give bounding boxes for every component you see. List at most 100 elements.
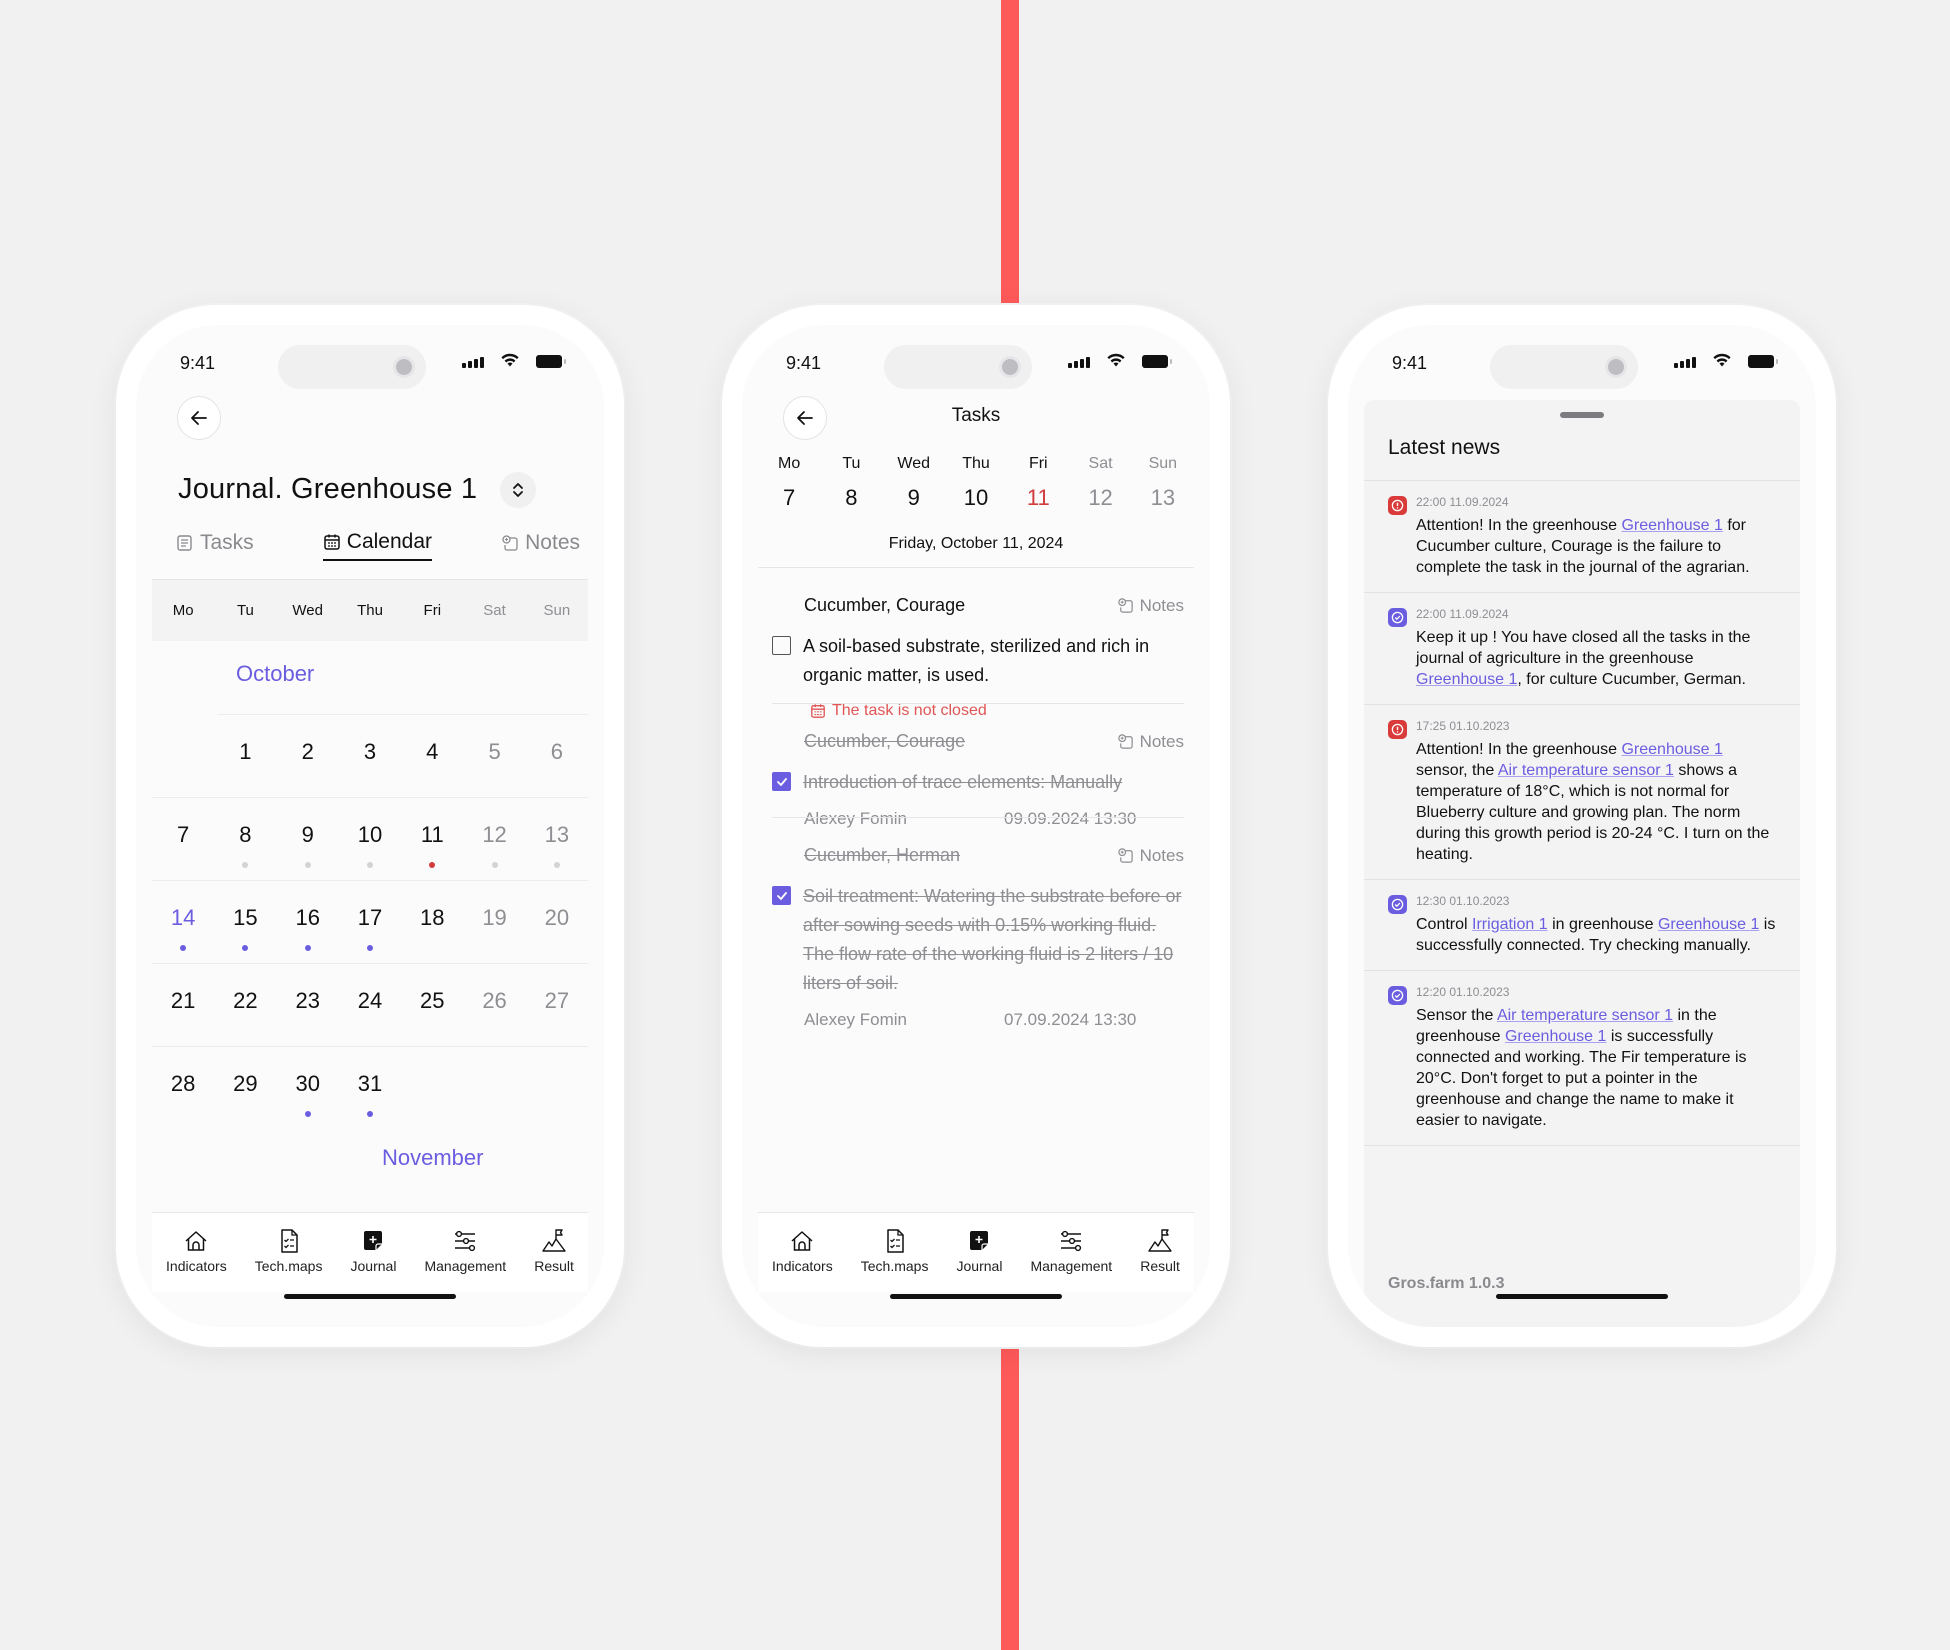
calendar-day[interactable]: 24 [339,964,401,1047]
news-text-segment: Control [1416,916,1473,933]
news-item: 22:00 11.09.2024 Attention! In the greenh… [1364,481,1800,593]
news-link[interactable]: Air temperature sensor 1 [1498,762,1674,779]
home-indicator [1496,1294,1668,1299]
tab-tech-maps[interactable]: Tech.maps [860,1227,929,1292]
status-time: 9:41 [786,353,822,373]
news-text: Control Irrigation 1 in greenhouse Green… [1416,914,1776,956]
news-link[interactable]: Greenhouse 1 [1621,517,1722,534]
calendar-day[interactable]: 22 [214,964,276,1047]
battery-icon [1142,355,1172,368]
calendar-day[interactable]: 8 [214,798,276,881]
tab-tech-maps[interactable]: Tech.maps [255,1227,322,1292]
tab-management[interactable]: Management [1030,1227,1112,1292]
tab-label: Result [1140,1258,1180,1274]
month-label-november: November [382,1145,484,1170]
back-button[interactable] [177,396,221,440]
dynamic-island [884,345,1032,389]
wifi-icon [1713,353,1731,367]
calendar-day[interactable]: 19 [463,881,525,964]
tab-indicators[interactable]: Indicators [772,1227,833,1292]
calendar-day[interactable]: 5 [463,715,525,798]
calendar-day[interactable]: 4 [401,715,463,798]
tab-notes[interactable]: Notes [501,525,580,561]
sheet-grabber-handle[interactable] [1560,412,1604,418]
calendar-day[interactable]: 26 [463,964,525,1047]
task-datetime: 07.09.2024 13:30 [1004,1010,1137,1029]
calendar-day[interactable]: 2 [277,715,339,798]
news-link[interactable]: Air temperature sensor 1 [1497,1007,1673,1024]
calendar-day[interactable]: 13 [526,798,588,881]
week-day[interactable]: Thu 10 [945,455,1007,511]
tab-calendar[interactable]: Calendar [322,525,433,561]
tab-result[interactable]: Result [534,1227,574,1292]
calendar-day[interactable]: 31 [339,1047,401,1130]
calendar-day[interactable]: 23 [277,964,339,1047]
calendar-day-number: 2 [301,739,314,764]
calendar-day[interactable]: 17 [339,881,401,964]
news-link[interactable]: Greenhouse 1 [1416,671,1517,688]
home-indicator [890,1294,1062,1299]
greenhouse-switcher-button[interactable] [500,472,536,508]
news-link[interactable]: Irrigation 1 [1472,916,1548,933]
calendar-day[interactable]: 21 [152,964,214,1047]
tab-journal[interactable]: Journal [351,1227,396,1292]
signal-icon [462,357,484,368]
tab-label: Calendar [346,530,433,553]
notes-icon [1117,734,1133,749]
calendar-day[interactable]: 25 [401,964,463,1047]
news-item: 22:00 11.09.2024 Keep it up ! You have cl… [1364,593,1800,705]
calendar-empty-cell [463,1047,525,1130]
calendar-day[interactable]: 10 [339,798,401,881]
tab-journal[interactable]: Journal [957,1227,1002,1292]
calendar-day[interactable]: 29 [214,1047,276,1130]
tab-label: Tech.maps [860,1258,929,1274]
calendar-day[interactable]: 1 [214,715,276,798]
tab-management[interactable]: Management [424,1227,506,1292]
tab-result[interactable]: Result [1140,1227,1180,1292]
weekday-label: Mo [172,602,194,619]
calendar-day-number: 29 [233,1071,258,1096]
task-warning-text: The task is not closed [832,702,987,719]
calendar-day[interactable]: 18 [401,881,463,964]
news-link[interactable]: Greenhouse 1 [1621,741,1722,758]
news-link[interactable]: Greenhouse 1 [1658,916,1759,933]
task-checkbox[interactable] [772,886,791,905]
week-day[interactable]: Tu 8 [820,455,882,511]
calendar-day[interactable]: 7 [152,798,214,881]
task-checkbox[interactable] [772,636,791,655]
calendar-day[interactable]: 9 [277,798,339,881]
calendar-day[interactable]: 12 [463,798,525,881]
calendar-day-number: 3 [363,739,377,764]
calendar-day[interactable]: 6 [526,715,588,798]
notes-label: Notes [1139,595,1184,615]
calendar-day[interactable]: 11 [401,798,463,881]
task-notes-button[interactable]: Notes [1117,596,1184,616]
calendar-day[interactable]: 27 [526,964,588,1047]
header-divider [758,567,1194,568]
tab-tasks[interactable]: Tasks [176,525,254,561]
notes-label: Notes [1139,731,1184,751]
calendar-day[interactable]: 15 [214,881,276,964]
journal-tabs: Tasks Calendar Notes [176,525,580,567]
calendar-day[interactable]: 16 [277,881,339,964]
week-day[interactable]: Sun 13 [1132,455,1194,511]
calendar-day[interactable]: 30 [277,1047,339,1130]
task-checkbox[interactable] [772,772,791,791]
calendar-day[interactable]: 28 [152,1047,214,1130]
task-notes-button[interactable]: Notes [1117,732,1184,752]
news-link[interactable]: Greenhouse 1 [1505,1028,1606,1045]
week-day-name: Tu [842,455,861,472]
calendar-day[interactable]: 3 [339,715,401,798]
task-notes-button[interactable]: Notes [1117,846,1184,866]
week-strip: Mo 7 Tu 8 Wed 9 Thu 10 Fri 11 Sat 12 Sun 13 [758,455,1194,511]
week-day[interactable]: Sat 12 [1069,455,1131,511]
calendar-day[interactable]: 20 [526,881,588,964]
calendar-day[interactable]: 14 [152,881,214,964]
news-text-segment: in greenhouse [1547,916,1658,933]
tab-indicators[interactable]: Indicators [166,1227,227,1292]
task-author: Alexey Fomin [804,809,907,828]
week-day[interactable]: Mo 7 [758,455,820,511]
week-day[interactable]: Fri 11 [1007,455,1069,511]
calendar-day-number: 9 [301,822,314,847]
week-day[interactable]: Wed 9 [883,455,945,511]
